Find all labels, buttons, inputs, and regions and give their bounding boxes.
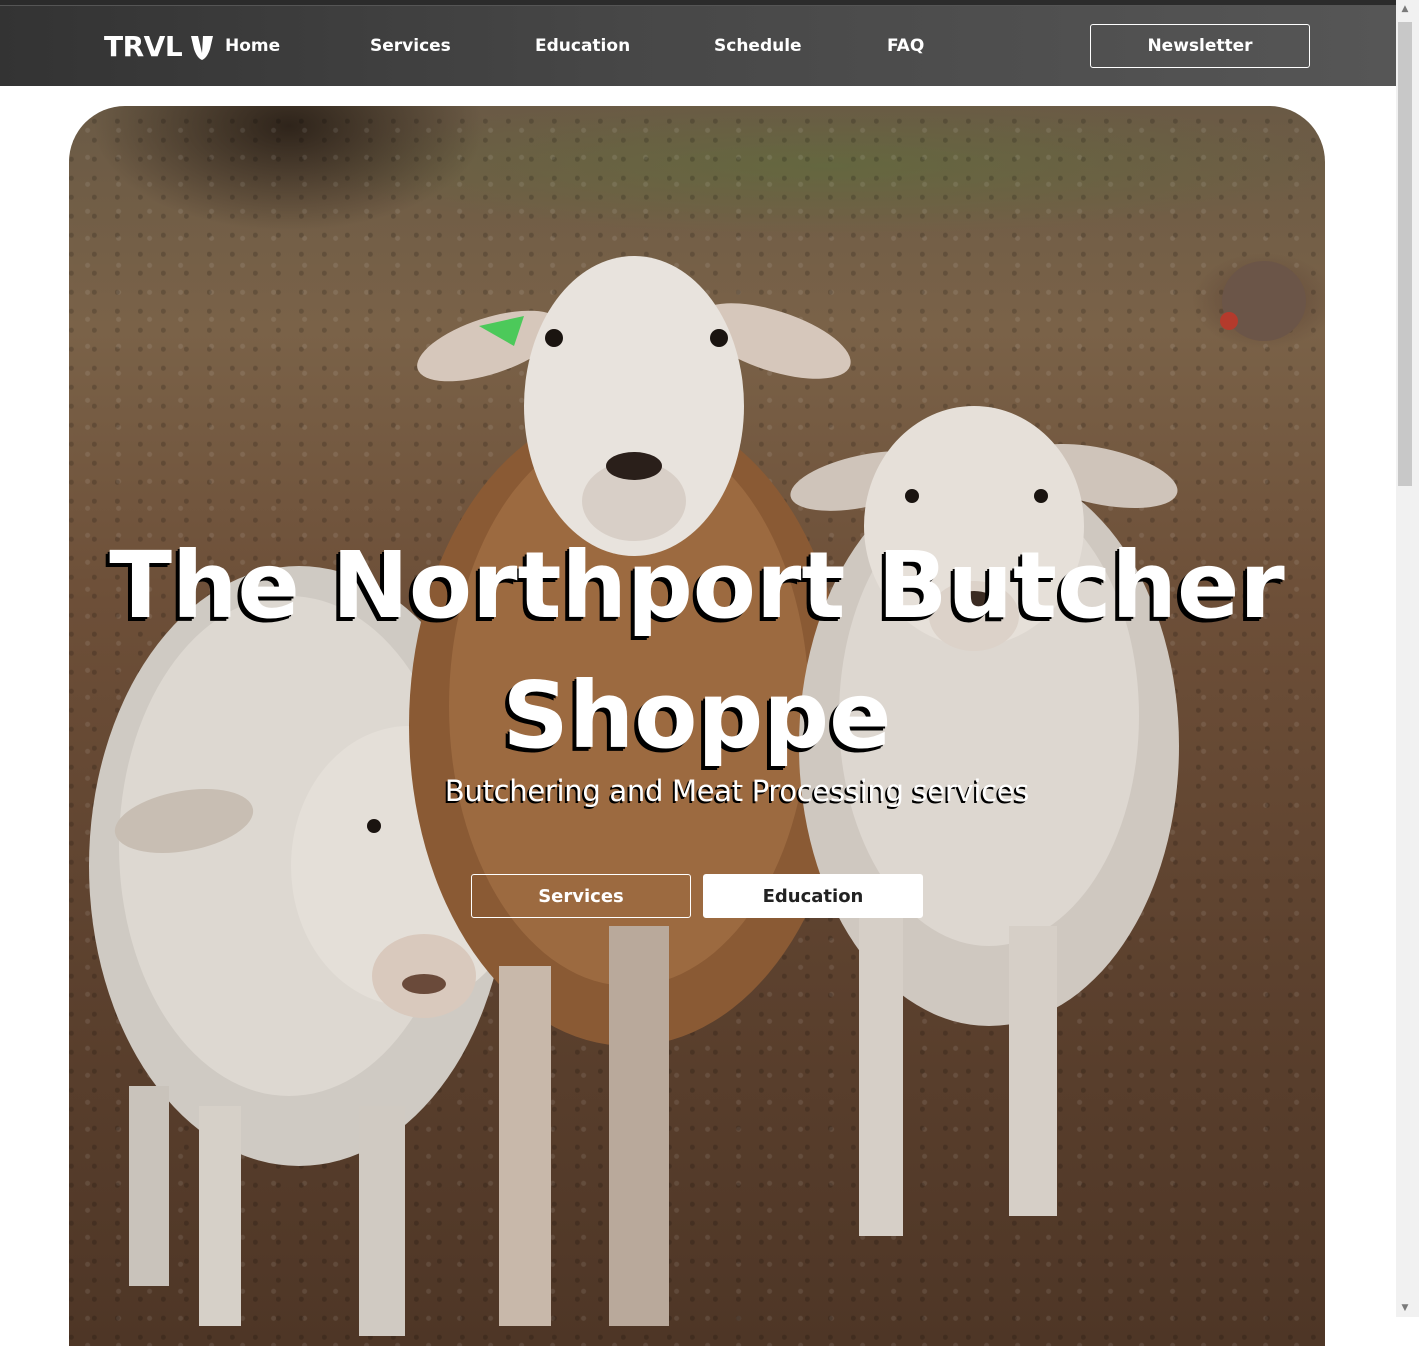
nav-faq[interactable]: FAQ <box>887 36 924 56</box>
scrollbar-thumb[interactable] <box>1398 22 1412 486</box>
hero-subtitle: Butchering and Meat Processing services <box>444 774 1030 808</box>
hero-title-line-2: Shoppe <box>502 662 892 769</box>
top-navbar: TRVL Home Services Education Schedule FA… <box>0 6 1396 86</box>
brand-name: TRVL <box>104 30 183 63</box>
nav-education[interactable]: Education <box>535 36 630 56</box>
hero-education-button[interactable]: Education <box>703 874 923 918</box>
hero-section: The Northport Butcher Shoppe Butchering … <box>69 106 1325 1346</box>
scrollbar-margin <box>1419 0 1426 1317</box>
hero-title-line-1: The Northport Butcher <box>109 532 1285 639</box>
triangle-up-icon[interactable]: ▲ <box>1399 3 1411 15</box>
vertical-scrollbar[interactable]: ▲ ▼ <box>1396 0 1426 1317</box>
brand-logo[interactable]: TRVL <box>104 30 215 63</box>
newsletter-button[interactable]: Newsletter <box>1090 24 1310 68</box>
hero-services-button[interactable]: Services <box>471 874 691 918</box>
nav-services[interactable]: Services <box>370 36 451 56</box>
nav-home[interactable]: Home <box>225 36 280 56</box>
nav-schedule[interactable]: Schedule <box>714 36 802 56</box>
hero-title: The Northport Butcher Shoppe <box>69 521 1325 781</box>
shield-logo-icon <box>191 35 214 60</box>
triangle-down-icon[interactable]: ▼ <box>1399 1302 1411 1314</box>
